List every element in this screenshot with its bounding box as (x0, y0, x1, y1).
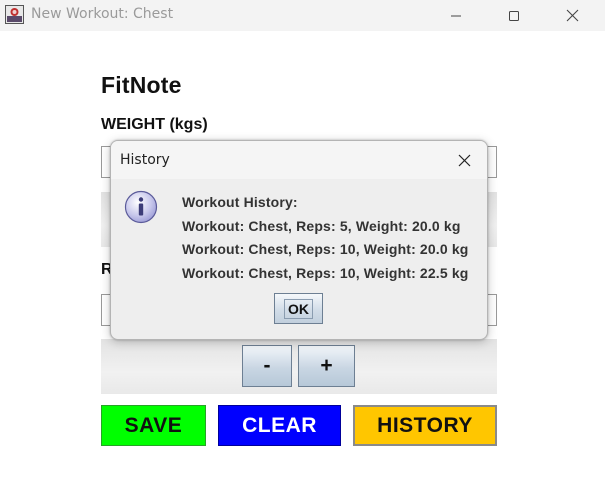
minimize-icon (451, 15, 461, 16)
ok-button[interactable]: OK (274, 293, 323, 324)
maximize-button[interactable] (485, 0, 543, 31)
history-entry: Workout: Chest, Reps: 5, Weight: 20.0 kg (182, 218, 461, 234)
reps-minus-button[interactable]: - (242, 345, 292, 387)
close-icon (458, 154, 470, 166)
weight-label: WEIGHT (kgs) (101, 116, 208, 133)
info-icon (124, 190, 158, 224)
history-entry: Workout: Chest, Reps: 10, Weight: 20.0 k… (182, 241, 469, 257)
reps-plus-button[interactable]: + (298, 345, 355, 387)
app-icon (5, 5, 24, 24)
history-heading: Workout History: (182, 194, 298, 210)
dialog-close-button[interactable] (441, 141, 487, 179)
title-bar: New Workout: Chest (0, 0, 605, 31)
app-window: New Workout: Chest FitNote WEIGHT (kgs) … (0, 0, 605, 485)
history-button[interactable]: HISTORY (353, 405, 497, 446)
app-title: FitNote (101, 72, 182, 98)
history-dialog: History Workout History: Workout: Chest,… (110, 140, 488, 340)
close-icon (566, 9, 578, 22)
history-entry: Workout: Chest, Reps: 10, Weight: 22.5 k… (182, 265, 469, 281)
clear-button[interactable]: CLEAR (218, 405, 341, 446)
window-title: New Workout: Chest (31, 6, 174, 22)
dialog-title-bar: History (111, 141, 487, 179)
ok-button-label: OK (284, 298, 313, 319)
minimize-button[interactable] (427, 0, 485, 31)
save-button[interactable]: SAVE (101, 405, 206, 446)
close-button[interactable] (543, 0, 601, 31)
maximize-icon (509, 10, 519, 21)
dialog-title: History (120, 152, 170, 168)
